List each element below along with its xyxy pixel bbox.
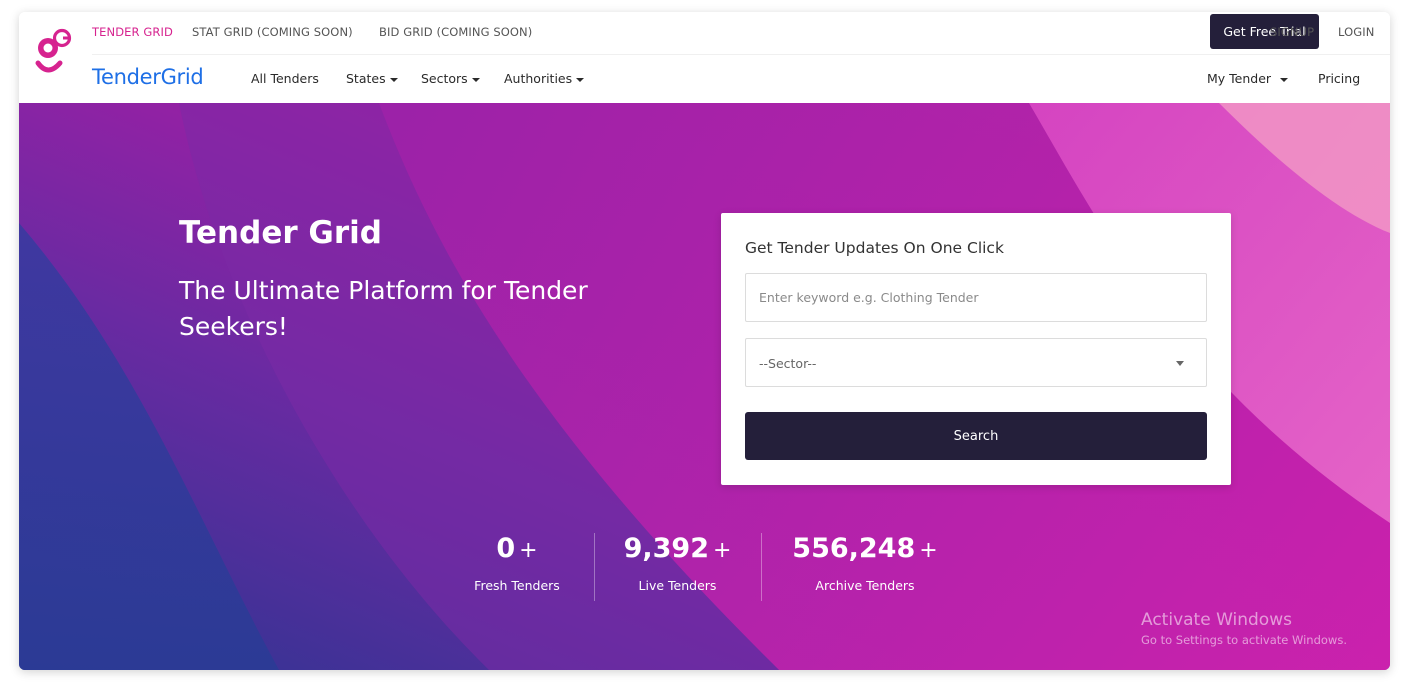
stat-plus: + bbox=[519, 538, 538, 563]
caret-down-icon bbox=[1176, 361, 1184, 366]
caret-down-icon bbox=[576, 77, 585, 82]
stat-label: Fresh Tenders bbox=[474, 578, 560, 593]
caret-down-icon bbox=[389, 77, 398, 82]
caret-down-icon bbox=[1280, 77, 1289, 82]
nav-states-dropdown[interactable]: States bbox=[346, 71, 398, 86]
keyword-search-input[interactable] bbox=[745, 273, 1207, 322]
stat-value: 0 bbox=[496, 533, 516, 564]
stat-divider bbox=[761, 533, 762, 601]
watermark-subtitle: Go to Settings to activate Windows. bbox=[1141, 633, 1347, 647]
signup-link[interactable]: SIGNUP bbox=[1270, 25, 1314, 39]
nav-authorities-label: Authorities bbox=[504, 71, 573, 86]
caret-down-icon bbox=[471, 77, 480, 82]
search-card: Get Tender Updates On One Click --Sector… bbox=[721, 213, 1231, 485]
stat-live-value-row: 9,392 + bbox=[609, 533, 746, 564]
top-link-stat-grid[interactable]: STAT GRID (COMING SOON) bbox=[192, 25, 353, 39]
hero-subtitle: The Ultimate Platform for Tender Seekers… bbox=[179, 276, 588, 341]
nav-sectors-dropdown[interactable]: Sectors bbox=[421, 71, 480, 86]
search-button[interactable]: Search bbox=[745, 412, 1207, 460]
stat-value: 556,248 bbox=[792, 533, 916, 564]
browser-page: TENDER GRID STAT GRID (COMING SOON) BID … bbox=[19, 12, 1390, 670]
stat-live-tenders: 9,392 + Live Tenders bbox=[609, 533, 746, 593]
stat-divider bbox=[594, 533, 595, 601]
my-tender-label: My Tender bbox=[1207, 71, 1272, 86]
stat-label: Archive Tenders bbox=[815, 578, 915, 593]
stat-plus: + bbox=[712, 538, 732, 563]
nav-all-tenders[interactable]: All Tenders bbox=[251, 71, 319, 86]
stat-archive-tenders: 556,248 + Archive Tenders bbox=[784, 533, 946, 593]
nav-states-label: States bbox=[346, 71, 386, 86]
my-tender-dropdown[interactable]: My Tender bbox=[1207, 71, 1289, 86]
login-link[interactable]: LOGIN bbox=[1338, 25, 1374, 39]
search-card-title: Get Tender Updates On One Click bbox=[745, 239, 1004, 257]
brand-wordmark[interactable]: TenderGrid bbox=[92, 65, 204, 89]
pricing-link[interactable]: Pricing bbox=[1318, 71, 1360, 86]
sector-select[interactable]: --Sector-- bbox=[745, 338, 1207, 387]
top-link-bid-grid[interactable]: BID GRID (COMING SOON) bbox=[379, 25, 532, 39]
nav-sectors-label: Sectors bbox=[421, 71, 468, 86]
hero-title: Tender Grid bbox=[179, 215, 382, 251]
watermark-title: Activate Windows bbox=[1141, 610, 1292, 630]
windows-activation-watermark: Activate Windows Go to Settings to activ… bbox=[1141, 610, 1347, 647]
top-bar: TENDER GRID STAT GRID (COMING SOON) BID … bbox=[92, 12, 1390, 55]
stat-fresh-tenders: 0 + Fresh Tenders bbox=[459, 533, 575, 593]
top-link-tender-grid[interactable]: TENDER GRID bbox=[92, 25, 173, 39]
stat-value: 9,392 bbox=[623, 533, 709, 564]
nav-all-tenders-label: All Tenders bbox=[251, 71, 319, 86]
stat-archive-value-row: 556,248 + bbox=[784, 533, 946, 564]
stat-plus: + bbox=[919, 538, 938, 563]
site-header: TENDER GRID STAT GRID (COMING SOON) BID … bbox=[19, 12, 1390, 103]
tendergrid-logo-icon[interactable] bbox=[33, 27, 75, 81]
sector-selected-value: --Sector-- bbox=[759, 356, 817, 371]
stat-label: Live Tenders bbox=[638, 578, 717, 593]
hero-section: Tender Grid The Ultimate Platform for Te… bbox=[19, 103, 1390, 670]
nav-authorities-dropdown[interactable]: Authorities bbox=[504, 71, 585, 86]
stat-fresh-value-row: 0 + bbox=[459, 533, 575, 564]
